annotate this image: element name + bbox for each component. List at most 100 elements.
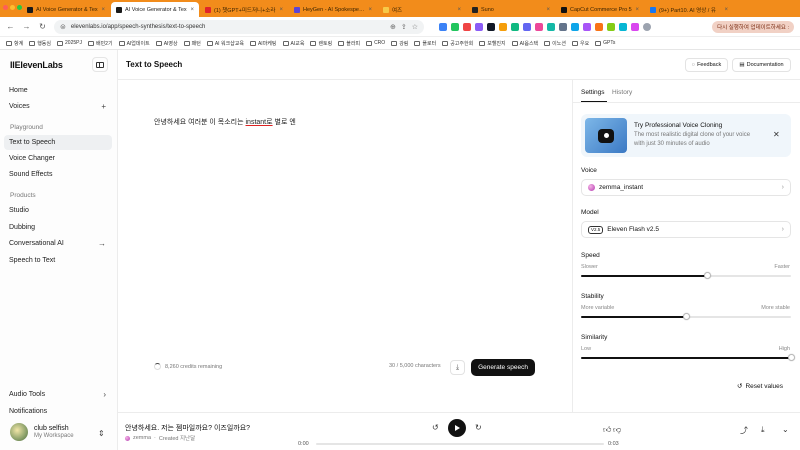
maximize-window-icon[interactable] bbox=[17, 5, 22, 10]
thumbs-up-icon[interactable]: 👍︎ bbox=[603, 425, 611, 435]
extension-icon[interactable] bbox=[487, 22, 495, 31]
bookmark-item[interactable]: AI옵스택 bbox=[511, 40, 538, 47]
bookmark-star-icon[interactable]: ☆ bbox=[412, 23, 418, 31]
sidebar-item-dubbing[interactable]: Dubbing bbox=[4, 220, 112, 235]
forward-icon[interactable]: → bbox=[22, 22, 31, 31]
tab-close-icon[interactable]: × bbox=[190, 7, 194, 13]
chevron-updown-icon[interactable]: ⇕ bbox=[98, 429, 105, 438]
extension-icon[interactable] bbox=[499, 22, 507, 31]
extension-icon[interactable] bbox=[559, 22, 567, 31]
bookmark-item[interactable]: AI마케팅 bbox=[249, 40, 277, 47]
stability-slider[interactable] bbox=[581, 313, 791, 320]
extension-icon[interactable] bbox=[475, 22, 483, 31]
bookmark-item[interactable]: 행동심 bbox=[29, 40, 51, 47]
browser-tab[interactable]: Suno × bbox=[467, 2, 555, 17]
profile-avatar-icon[interactable] bbox=[643, 22, 651, 31]
extension-icon[interactable] bbox=[463, 22, 471, 31]
documentation-button[interactable]: ▤ Documentation bbox=[732, 58, 791, 72]
slider-thumb[interactable] bbox=[787, 354, 795, 361]
download-button[interactable]: ⤓ bbox=[450, 360, 465, 375]
omnibox[interactable]: ⊜ elevenlabs.io/app/speech-synthesis/tex… bbox=[54, 19, 424, 34]
sidebar-item-speech-to-text[interactable]: Speech to Text bbox=[4, 253, 112, 268]
bookmark-item[interactable]: 이노션 bbox=[544, 40, 566, 47]
sidebar-item-audio-tools[interactable]: Audio Tools › bbox=[4, 387, 112, 402]
bookmark-item[interactable]: GPTs bbox=[595, 40, 615, 46]
sidebar-item-voices[interactable]: Voices + bbox=[4, 99, 112, 114]
browser-tab[interactable]: AI Voice Generator & Tex × bbox=[22, 2, 110, 17]
bookmark-item[interactable]: 우요 bbox=[571, 40, 589, 47]
feedback-button[interactable]: ◌ Feedback bbox=[685, 58, 728, 72]
url-text[interactable]: elevenlabs.io/app/speech-synthesis/text-… bbox=[71, 24, 385, 30]
extension-icon[interactable] bbox=[439, 22, 447, 31]
extension-icon[interactable] bbox=[619, 22, 627, 31]
reload-icon[interactable]: ↻ bbox=[38, 22, 47, 31]
collapse-sidebar-button[interactable] bbox=[92, 57, 108, 72]
reset-values-button[interactable]: ↺ Reset values bbox=[737, 382, 783, 391]
close-window-icon[interactable] bbox=[3, 5, 8, 10]
bookmark-item[interactable]: AI교육 bbox=[282, 40, 304, 47]
voice-selector[interactable]: zemma_instant › bbox=[581, 179, 791, 196]
voice-cloning-promo[interactable]: Try Professional Voice Cloning The most … bbox=[581, 114, 791, 157]
bookmark-item[interactable]: 배민2기 bbox=[87, 40, 113, 47]
browser-tab[interactable]: HeyGen - AI Spokesperso × bbox=[289, 2, 377, 17]
browser-tab[interactable]: AI Voice Generator & Tex × bbox=[111, 2, 199, 17]
bookmark-item[interactable]: 2025PJ bbox=[57, 40, 82, 46]
sidebar-item-studio[interactable]: Studio bbox=[4, 203, 112, 218]
tab-close-icon[interactable]: × bbox=[457, 7, 461, 13]
sidebar-item-conversational-ai[interactable]: Conversational AI → bbox=[4, 236, 112, 251]
sidebar-item-sound-effects[interactable]: Sound Effects bbox=[4, 167, 112, 182]
extension-icon[interactable] bbox=[547, 22, 555, 31]
minimize-window-icon[interactable] bbox=[10, 5, 15, 10]
bookmark-item[interactable]: 강림 bbox=[391, 40, 408, 47]
extension-icon[interactable] bbox=[535, 22, 543, 31]
similarity-slider[interactable] bbox=[581, 354, 795, 361]
forward-skip-icon[interactable]: ↻ bbox=[475, 423, 482, 432]
add-voice-icon[interactable]: + bbox=[101, 102, 106, 111]
slider-thumb[interactable] bbox=[682, 313, 690, 320]
share-icon[interactable]: ⤴ bbox=[740, 425, 748, 436]
bookmark-item[interactable]: CRO bbox=[366, 40, 385, 46]
playback-progress[interactable] bbox=[316, 443, 604, 445]
slider-thumb[interactable] bbox=[703, 272, 711, 279]
bookmark-item[interactable]: 패턴 bbox=[183, 40, 201, 47]
tab-close-icon[interactable]: × bbox=[368, 7, 372, 13]
rewind-icon[interactable]: ↺ bbox=[432, 423, 439, 432]
bookmark-item[interactable]: 플로터 bbox=[414, 40, 436, 47]
bookmark-item[interactable]: 공고주한회 bbox=[442, 40, 473, 47]
extension-icon[interactable] bbox=[451, 22, 459, 31]
bookmark-item[interactable]: AI영상 bbox=[155, 40, 178, 47]
brand-logo[interactable]: IIElevenLabs bbox=[10, 60, 63, 70]
play-button[interactable] bbox=[448, 419, 466, 437]
tab-close-icon[interactable]: × bbox=[546, 7, 550, 13]
model-selector[interactable]: V2.5 Eleven Flash v2.5 › bbox=[581, 221, 791, 238]
tab-close-icon[interactable]: × bbox=[279, 7, 283, 13]
bookmark-item[interactable]: 보헬진지 bbox=[479, 40, 506, 47]
share-icon[interactable]: ⇪ bbox=[401, 23, 407, 31]
chevron-down-icon[interactable]: ⌄ bbox=[782, 425, 789, 434]
browser-tab[interactable]: (1) 챗GPT+미드저니+소라 × bbox=[200, 2, 288, 17]
bookmark-item[interactable]: 블라피 bbox=[338, 40, 360, 47]
bookmark-item[interactable]: AI 워크샵교육 bbox=[206, 40, 244, 47]
user-menu[interactable]: club selfish My Workspace bbox=[10, 423, 74, 441]
extension-icon[interactable] bbox=[631, 22, 639, 31]
sidebar-item-notifications[interactable]: Notifications bbox=[4, 404, 112, 419]
bookmark-item[interactable]: AI업데이트 bbox=[118, 40, 150, 47]
extension-icon[interactable] bbox=[583, 22, 591, 31]
extension-icon[interactable] bbox=[511, 22, 519, 31]
sidebar-item-text-to-speech[interactable]: Text to Speech bbox=[4, 135, 112, 150]
tab-close-icon[interactable]: × bbox=[724, 7, 728, 13]
browser-tab[interactable]: CapCut Commerce Pro 5 × bbox=[556, 2, 644, 17]
thumbs-down-icon[interactable]: 👎︎ bbox=[613, 425, 621, 435]
site-info-icon[interactable]: ⊜ bbox=[60, 23, 66, 31]
sidebar-item-home[interactable]: Home bbox=[4, 83, 112, 98]
browser-tab[interactable]: (9+) Part10. AI 영상 / 유 × bbox=[645, 2, 733, 17]
download-icon[interactable]: ⤓ bbox=[761, 425, 765, 435]
browser-tab[interactable]: 여즈 × bbox=[378, 2, 466, 17]
bookmark-item[interactable]: 항계 bbox=[6, 40, 23, 47]
extension-icon[interactable] bbox=[523, 22, 531, 31]
zoom-icon[interactable]: ⊕ bbox=[390, 23, 396, 31]
bookmark-item[interactable]: 렌토링 bbox=[310, 40, 332, 47]
update-browser-button[interactable]: 다시 실행하여 업데이트하세요 : bbox=[712, 20, 794, 33]
extension-icon[interactable] bbox=[571, 22, 579, 31]
extension-icon[interactable] bbox=[607, 22, 615, 31]
